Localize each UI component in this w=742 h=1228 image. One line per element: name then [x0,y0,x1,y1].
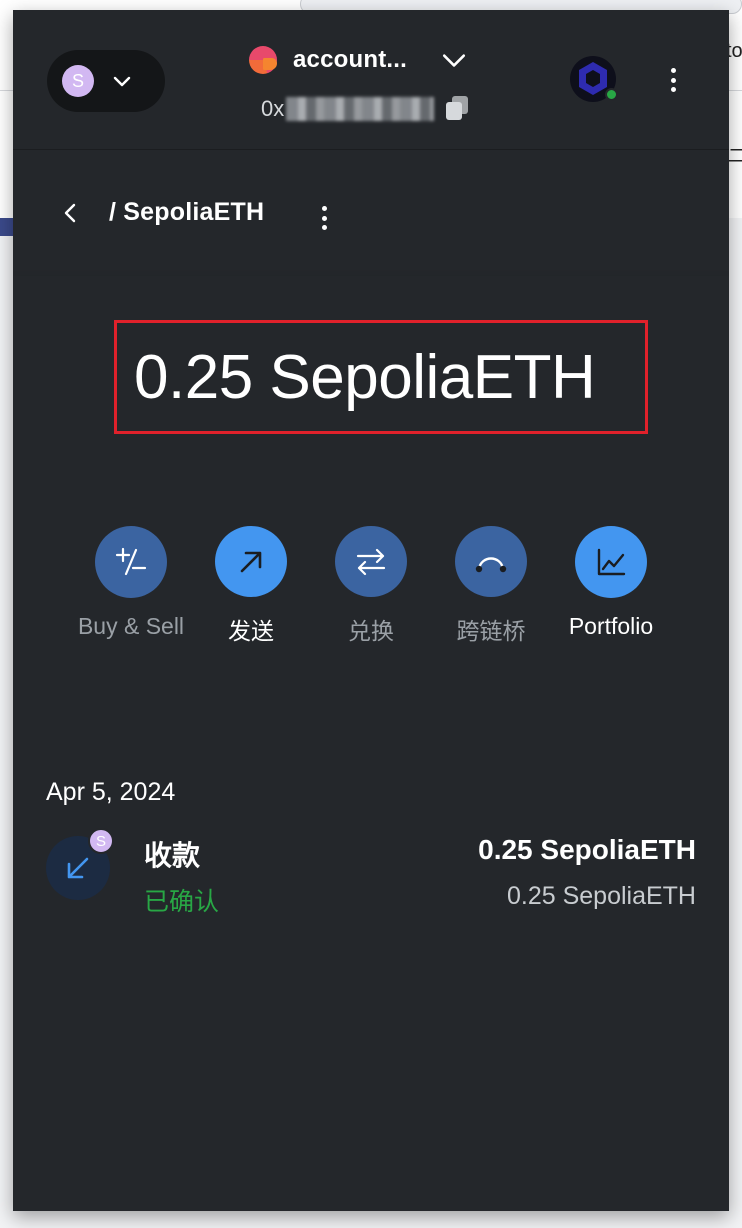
action-circle [215,526,287,597]
chevron-down-icon [113,76,131,87]
copy-icon [444,96,470,122]
swap-label: 兑换 [348,618,394,644]
activity-date: Apr 5, 2024 [46,778,176,806]
action-circle [575,526,647,598]
transaction-amount: 0.25 SepoliaETH [478,834,696,865]
asset-header: / SepoliaETH [13,150,729,276]
action-circle [95,526,167,598]
bridge-button[interactable]: 跨链桥 [431,526,551,646]
network-badge: S [88,828,114,854]
asset-options-button[interactable] [316,204,332,232]
connection-status-dot [605,88,618,101]
chart-line-icon [597,548,626,576]
account-area: account... 0x [249,38,509,138]
arrow-up-right-icon [240,551,262,572]
account-options-menu-button[interactable] [661,64,685,96]
app-header: S account... 0x [13,10,729,150]
balance-highlight-box: 0.25 SepoliaETH [114,320,648,434]
bridge-icon [475,556,507,572]
send-button[interactable]: 发送 [191,526,311,646]
chevron-down-icon [442,54,466,67]
transaction-status: 已确认 [144,888,220,916]
portfolio-label: Portfolio [568,613,654,639]
action-circle [455,526,527,597]
breadcrumb-title: / SepoliaETH [109,198,265,226]
action-bar: Buy & Sell 发送 兑换 跨链桥 Portfolio [71,526,671,646]
address-prefix: 0x [261,96,285,121]
account-logo-icon [249,46,277,74]
transaction-title: 收款 [144,840,201,871]
action-circle [335,526,407,597]
connected-site-button[interactable] [570,56,618,102]
portfolio-button[interactable]: Portfolio [551,526,671,646]
buy-sell-button[interactable]: Buy & Sell [71,526,191,646]
send-label: 发送 [228,618,274,644]
transaction-secondary-amount: 0.25 SepoliaETH [506,882,696,910]
wallet-popup: S account... 0x / SepoliaETH 0.25 Sepoli… [13,10,729,1211]
account-picker-button[interactable]: account... [249,38,509,82]
background-page-mark: 二 [728,146,742,166]
plus-minus-icon [115,547,147,576]
balance-amount: 0.25 SepoliaETH [134,342,596,412]
activity-list: Apr 5, 2024 S 收款 已确认 0.25 SepoliaETH 0.2… [13,696,729,1211]
bridge-label: 跨链桥 [456,618,526,644]
buy-sell-label: Buy & Sell [77,613,185,639]
arrow-down-left-icon [67,857,89,879]
address-redacted [286,97,435,121]
copy-address-button[interactable]: 0x [249,96,509,122]
transaction-row[interactable]: S 收款 已确认 0.25 SepoliaETH 0.25 SepoliaETH [46,828,696,936]
network-picker-button[interactable]: S [47,50,165,112]
balance-section: 0.25 SepoliaETH Buy & Sell 发送 兑换 跨链桥 Por… [13,276,729,696]
account-name: account... [293,46,408,73]
back-arrow-icon[interactable] [57,200,83,226]
swap-button[interactable]: 兑换 [311,526,431,646]
swap-arrows-icon [356,548,386,575]
network-avatar: S [62,65,94,97]
